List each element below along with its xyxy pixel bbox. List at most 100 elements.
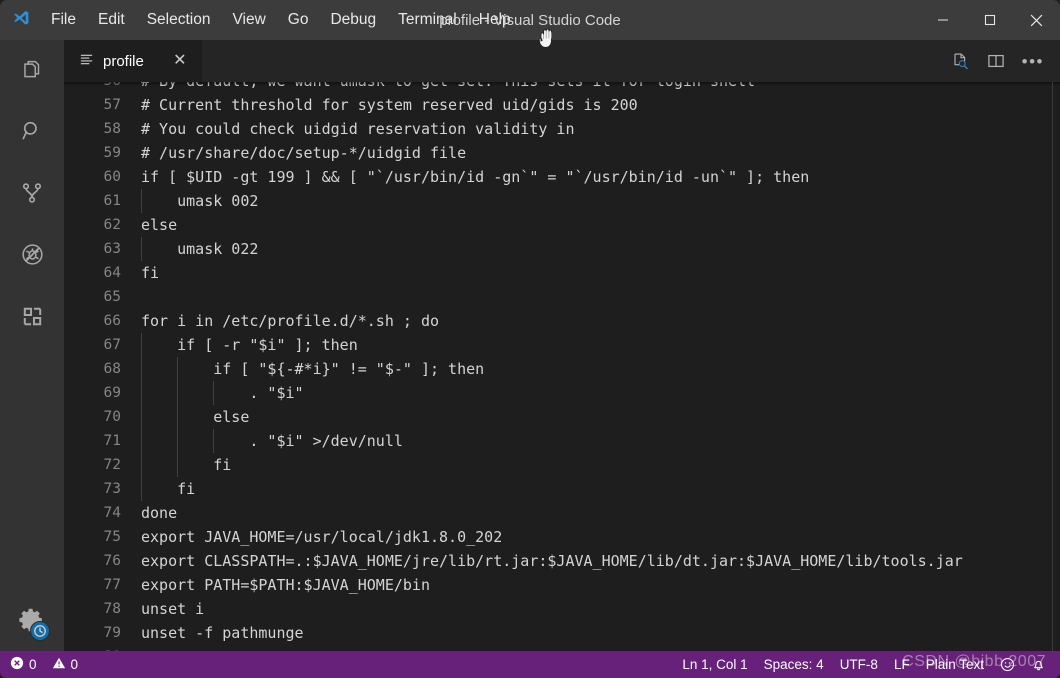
status-notifications-bell[interactable] [1023,651,1054,678]
line-content: umask 002 [141,189,1060,213]
code-line[interactable]: 65 [64,285,1060,309]
code-line[interactable]: 62 else [64,213,1060,237]
line-number: 59 [103,145,121,161]
title-bar: File Edit Selection View Go Debug Termin… [0,0,1060,40]
line-number: 64 [103,265,121,281]
code-line[interactable]: 79 unset -f pathmunge [64,621,1060,645]
line-content: fi [141,264,160,282]
code-lines: 56# By default, we want umask to get set… [64,82,1060,651]
code-line[interactable]: 77 export PATH=$PATH:$JAVA_HOME/bin [64,573,1060,597]
line-content: # By default, we want umask to get set. … [141,82,1060,93]
code-line[interactable]: 74 done [64,501,1060,525]
menu-item-selection[interactable]: Selection [136,6,222,34]
line-number: 61 [103,193,121,209]
code-line[interactable]: 68 if [ "${-#*i}" != "$-" ]; then [64,357,1060,381]
code-line[interactable]: 71 . "$i" >/dev/null [64,429,1060,453]
line-number: 56 [64,82,141,93]
line-content: fi [141,477,1060,501]
status-eol[interactable]: LF [886,651,918,678]
indent-guide [177,381,179,405]
code-line[interactable]: 59 # /usr/share/doc/setup-*/uidgid file [64,141,1060,165]
extensions-icon [20,304,45,334]
tab-bar: profile ✕ ••• [64,40,1060,82]
activity-item-extensions[interactable] [0,288,64,350]
editor-group: profile ✕ ••• 57 # Current threshold for… [64,40,1060,651]
code-line[interactable]: 58 # You could check uidgid reservation v… [64,117,1060,141]
indent-guide [141,453,142,477]
code-line[interactable]: 57 # Current threshold for system reserve… [64,93,1060,117]
code-line[interactable]: 76 export CLASSPATH=.:$JAVA_HOME/jre/lib/… [64,549,1060,573]
open-preview-icon[interactable] [950,51,970,71]
line-content: # /usr/share/doc/setup-*/uidgid file [141,144,467,162]
window-controls [919,0,1060,40]
indent-guide [177,357,179,381]
code-line[interactable]: 69 . "$i" [64,381,1060,405]
line-number: 77 [103,577,121,593]
code-line[interactable]: 66 for i in /etc/profile.d/*.sh ; do [64,309,1060,333]
maximize-button[interactable] [966,0,1013,40]
menu-item-terminal[interactable]: Terminal [387,6,468,34]
menu-item-go[interactable]: Go [277,6,320,34]
line-number: 60 [103,169,121,185]
line-number: 69 [103,385,121,401]
code-line[interactable]: 64 fi [64,261,1060,285]
line-number: 72 [103,457,121,473]
code-line[interactable]: 61 umask 002 [64,189,1060,213]
status-cursor-position[interactable]: Ln 1, Col 1 [674,651,755,678]
editor-vertical-scrollbar[interactable] [1046,82,1060,651]
code-line[interactable]: 63 umask 022 [64,237,1060,261]
line-content: unset -f pathmunge [141,624,304,642]
code-line[interactable]: 78 unset i [64,597,1060,621]
more-actions-icon[interactable]: ••• [1022,53,1044,70]
status-indentation[interactable]: Spaces: 4 [756,651,832,678]
line-content: # Current threshold for system reserved … [141,96,638,114]
line-number: 71 [103,433,121,449]
menu-item-help[interactable]: Help [468,6,522,34]
code-line[interactable]: 60 if [ $UID -gt 199 ] && [ "`/usr/bin/id… [64,165,1060,189]
line-content: . "$i" >/dev/null [141,429,1060,453]
line-content: if [ "${-#*i}" != "$-" ]; then [141,357,1060,381]
status-feedback-smiley[interactable] [992,651,1023,678]
tab-profile[interactable]: profile ✕ [64,40,203,82]
activity-item-source-control[interactable] [0,164,64,226]
line-number: 78 [103,601,121,617]
close-button[interactable] [1013,0,1060,40]
line-number: 74 [103,505,121,521]
code-line[interactable]: 72 fi [64,453,1060,477]
status-language-mode[interactable]: Plain Text [918,651,992,678]
activity-item-explorer[interactable] [0,40,64,102]
line-number: 62 [103,217,121,233]
status-encoding[interactable]: UTF-8 [832,651,886,678]
menu-item-view[interactable]: View [221,6,276,34]
status-bar-right: Ln 1, Col 1 Spaces: 4 UTF-8 LF Plain Tex… [674,651,1060,678]
files-explorer-icon [19,56,45,87]
line-content: # You could check uidgid reservation val… [141,120,575,138]
code-line[interactable]: 73 fi [64,477,1060,501]
code-line[interactable]: 67 if [ -r "$i" ]; then [64,333,1060,357]
code-line[interactable]: 56# By default, we want umask to get set… [64,82,1060,93]
minimize-button[interactable] [919,0,966,40]
status-problems[interactable]: 0 0 [2,651,86,678]
code-line[interactable]: 75 export JAVA_HOME=/usr/local/jdk1.8.0_2… [64,525,1060,549]
indent-guide [141,237,142,261]
warning-icon [52,656,66,673]
split-editor-icon[interactable] [986,51,1006,71]
indent-guide [141,405,142,429]
vscode-logo-icon [0,0,40,40]
menu-item-file[interactable]: File [40,6,87,34]
activity-item-manage[interactable] [0,593,64,651]
line-content: fi [141,453,1060,477]
activity-item-run-debug[interactable] [0,226,64,288]
menu-item-debug[interactable]: Debug [319,6,387,34]
warning-count: 0 [70,657,79,672]
activity-bar [0,40,64,651]
menu-item-edit[interactable]: Edit [87,6,136,34]
tab-close-icon[interactable]: ✕ [171,53,189,69]
code-line[interactable]: 70 else [64,405,1060,429]
activity-item-search[interactable] [0,102,64,164]
line-content: export CLASSPATH=.:$JAVA_HOME/jre/lib/rt… [141,552,963,570]
workbench-body: profile ✕ ••• 57 # Current threshold for… [0,40,1060,651]
status-bar: 0 0 Ln 1, Col 1 Spaces: 4 UTF-8 LF Plain… [0,651,1060,678]
line-content: if [ $UID -gt 199 ] && [ "`/usr/bin/id -… [141,168,810,186]
code-editor[interactable]: 56# By default, we want umask to get set… [64,82,1060,651]
